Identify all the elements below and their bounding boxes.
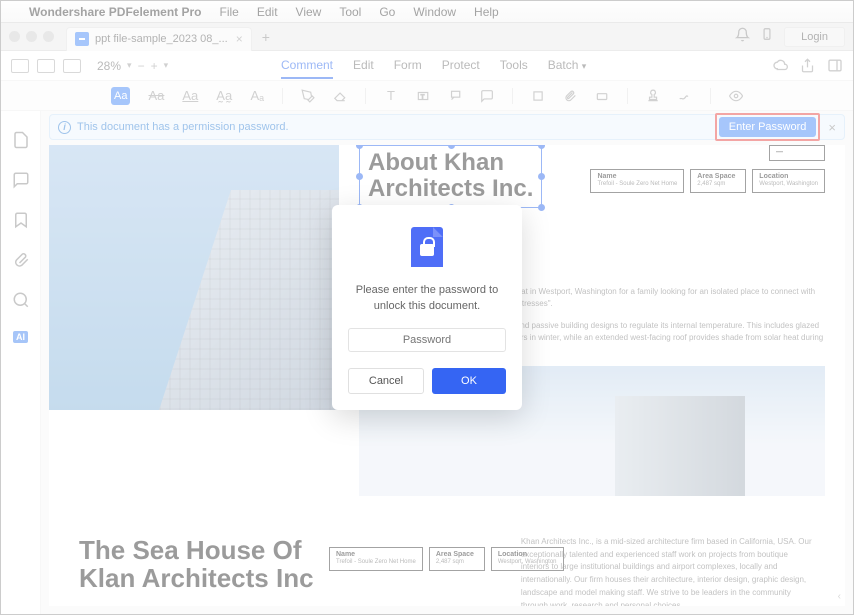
modal-message: Please enter the password to unlock this… [348,283,506,314]
modal-overlay: Please enter the password to unlock this… [1,1,853,614]
cancel-button[interactable]: Cancel [348,368,424,394]
lock-document-icon [411,227,443,267]
password-modal: Please enter the password to unlock this… [332,205,522,410]
ok-button[interactable]: OK [432,368,506,394]
password-input[interactable] [348,328,506,352]
